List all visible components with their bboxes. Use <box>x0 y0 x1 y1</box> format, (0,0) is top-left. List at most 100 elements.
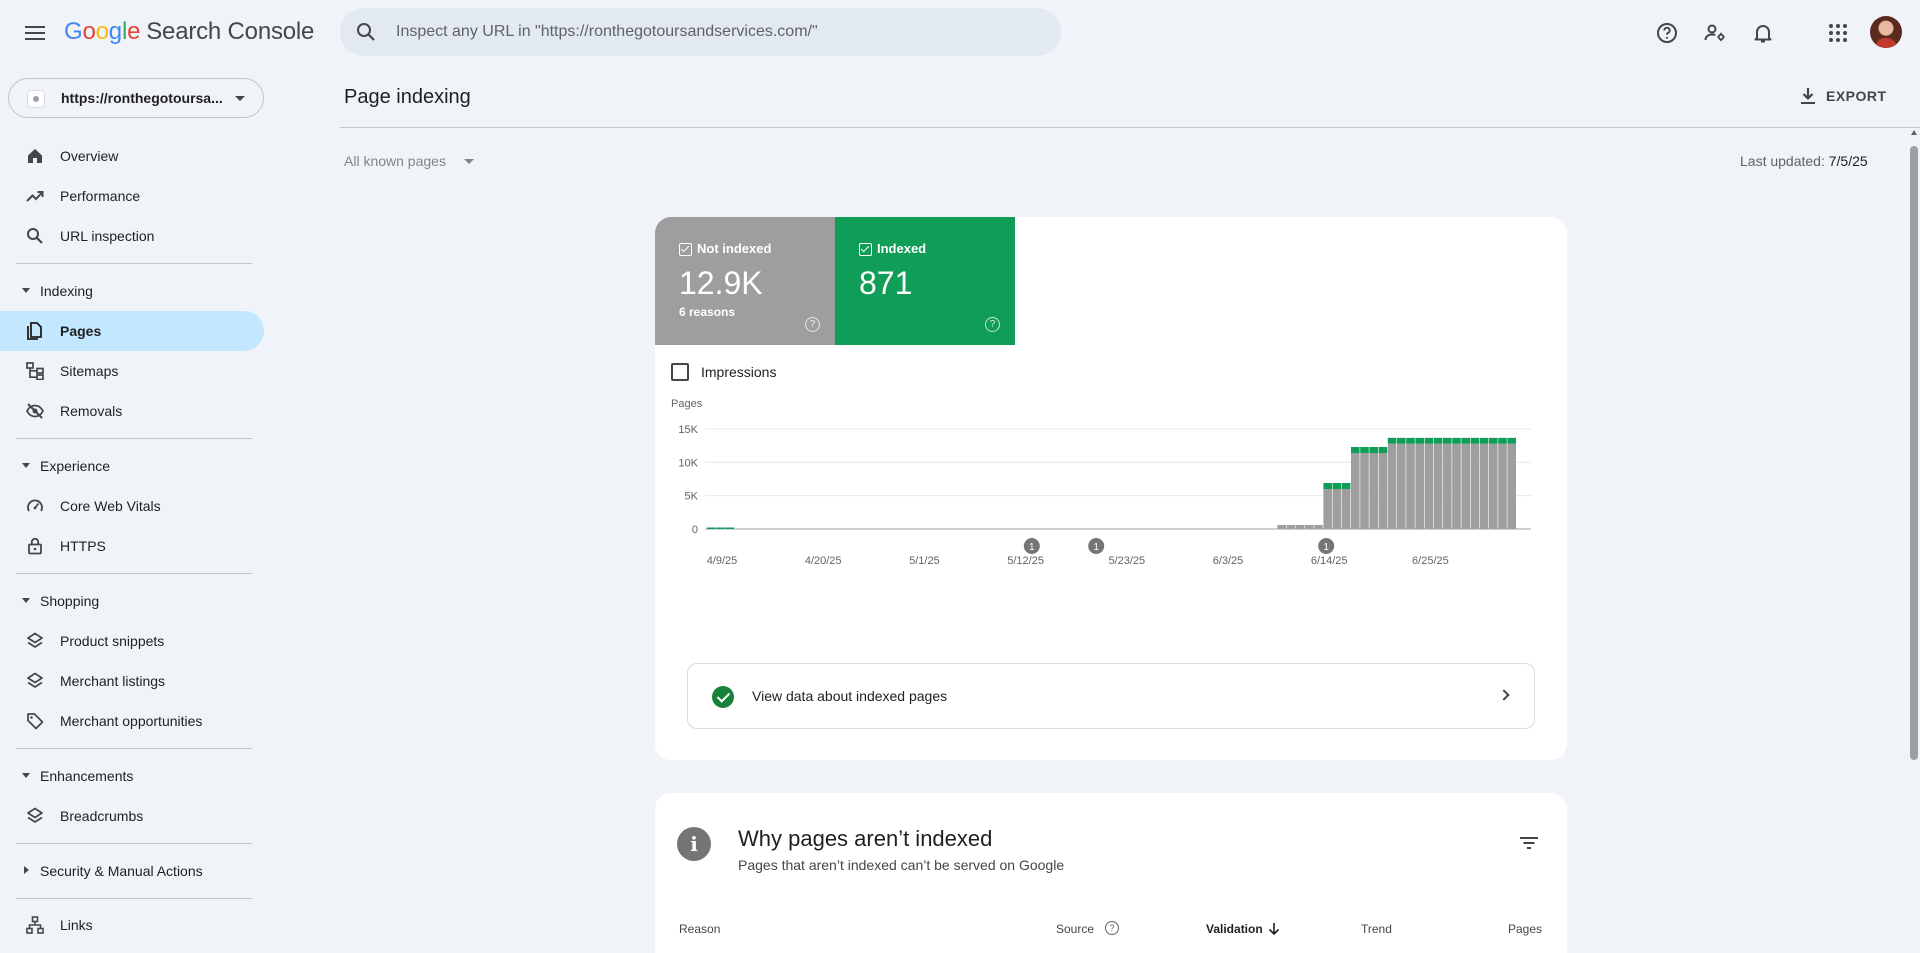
y-tick-label: 0 <box>692 524 698 536</box>
column-header-trend[interactable]: Trend <box>1361 922 1392 936</box>
sidebar-item-breadcrumbs[interactable]: Breadcrumbs <box>0 796 264 836</box>
bar-not-indexed <box>1369 453 1378 529</box>
sidebar-section-indexing[interactable]: Indexing <box>0 275 264 307</box>
sidebar-divider <box>16 898 252 899</box>
sidebar-item-label: Merchant opportunities <box>60 713 203 729</box>
search-icon[interactable] <box>354 20 378 49</box>
export-button[interactable]: EXPORT <box>1800 84 1887 108</box>
sidebar-item-label: Overview <box>60 148 119 164</box>
column-header-pages[interactable]: Pages <box>1508 922 1542 936</box>
impressions-toggle[interactable]: Impressions <box>671 360 776 384</box>
bar-not-indexed <box>1332 489 1342 529</box>
help-button[interactable] <box>1651 17 1683 49</box>
logo-letter: G <box>64 18 83 45</box>
annotation-label: 1 <box>1093 542 1099 553</box>
search-console-logo[interactable]: Go o g l e Search Console <box>64 18 314 46</box>
layers-icon <box>26 807 44 825</box>
sidebar-item-merchant-listings[interactable]: Merchant listings <box>0 661 264 701</box>
bar-indexed <box>1397 437 1406 444</box>
tag-icon <box>26 712 44 730</box>
sidebar-divider <box>16 263 252 264</box>
sidebar-section-label: Experience <box>40 458 111 474</box>
trending-up-icon <box>26 187 44 205</box>
sidebar-item-product-snippets[interactable]: Product snippets <box>0 621 264 661</box>
bar-not-indexed <box>1295 525 1305 529</box>
x-tick-label: 4/20/25 <box>805 555 842 567</box>
speed-gauge-icon <box>26 497 44 515</box>
bar-indexed <box>1378 447 1388 453</box>
column-header-validation[interactable]: Validation <box>1206 922 1263 936</box>
pages-icon <box>26 322 44 340</box>
bar-not-indexed <box>1498 443 1507 529</box>
section-title: Why pages aren’t indexed <box>738 826 993 851</box>
bar-indexed <box>1424 437 1434 444</box>
sidebar-section-label: Indexing <box>40 283 93 299</box>
sidebar-item-sitemaps[interactable]: Sitemaps <box>0 351 264 391</box>
account-settings-button[interactable] <box>1699 17 1731 49</box>
bar-indexed <box>1433 437 1443 444</box>
sidebar-section-enhancements[interactable]: Enhancements <box>0 760 264 792</box>
sidebar-item-label: HTTPS <box>60 538 106 554</box>
bar-not-indexed <box>1452 443 1461 529</box>
sidebar-item-links[interactable]: Links <box>0 905 264 945</box>
sidebar-item-core-web-vitals[interactable]: Core Web Vitals <box>0 486 264 526</box>
tile-subtext: 6 reasons <box>679 305 736 319</box>
scroll-up-arrow-icon[interactable] <box>1911 130 1917 135</box>
info-icon: i <box>677 827 711 861</box>
logo-letter: o <box>82 18 96 45</box>
main-menu-button[interactable] <box>18 16 52 50</box>
bar-not-indexed <box>1415 443 1424 529</box>
bar-indexed <box>1387 437 1397 444</box>
column-header-reason[interactable]: Reason <box>679 922 720 936</box>
indexed-tile[interactable]: Indexed 871 ? <box>835 217 1015 345</box>
help-icon[interactable]: ? <box>805 317 820 332</box>
page-title: Page indexing <box>344 86 471 108</box>
bar-indexed <box>1498 437 1507 444</box>
notifications-button[interactable] <box>1747 17 1779 49</box>
bar-indexed <box>1351 447 1360 453</box>
bar-indexed <box>1415 437 1424 444</box>
bar-indexed <box>716 527 725 529</box>
bar-not-indexed <box>1443 443 1452 529</box>
google-apps-button[interactable] <box>1822 17 1854 49</box>
sidebar-item-https[interactable]: HTTPS <box>0 526 264 566</box>
property-selector[interactable]: https://ronthegotoursa... <box>8 78 264 118</box>
bar-not-indexed <box>1479 443 1489 529</box>
sidebar-item-url-inspection[interactable]: URL inspection <box>0 216 264 256</box>
collapsed-caret-icon <box>24 866 29 874</box>
page-filter-dropdown[interactable]: All known pages <box>344 153 474 169</box>
column-header-source[interactable]: Source <box>1056 922 1094 936</box>
why-not-indexed-card: i Why pages aren’t indexed Pages that ar… <box>655 793 1567 953</box>
checkbox-unchecked-icon <box>671 363 689 381</box>
header-divider <box>340 127 1920 128</box>
sidebar-item-pages[interactable]: Pages <box>0 311 264 351</box>
manage-accounts-icon <box>1704 24 1725 42</box>
logo-product-name: Search Console <box>146 18 315 45</box>
help-icon[interactable]: ? <box>1105 921 1119 935</box>
account-avatar[interactable] <box>1870 16 1902 48</box>
sidebar-item-removals[interactable]: Removals <box>0 391 264 431</box>
sidebar-section-experience[interactable]: Experience <box>0 450 264 482</box>
sidebar-section-shopping[interactable]: Shopping <box>0 585 264 617</box>
sidebar-section-security[interactable]: Security & Manual Actions <box>0 855 264 887</box>
help-icon[interactable]: ? <box>985 317 1000 332</box>
filter-icon[interactable] <box>1519 835 1539 851</box>
annotation-label: 1 <box>1323 542 1329 553</box>
x-tick-label: 6/14/25 <box>1311 555 1348 567</box>
sidebar-item-label: Merchant listings <box>60 673 166 689</box>
y-tick-label: 15K <box>678 424 698 436</box>
sidebar-item-performance[interactable]: Performance <box>0 176 264 216</box>
bar-indexed <box>1341 483 1351 489</box>
search-input[interactable] <box>396 8 1036 56</box>
sidebar-item-overview[interactable]: Overview <box>0 136 264 176</box>
bar-not-indexed <box>1360 453 1369 529</box>
page-scrollbar[interactable] <box>1908 128 1920 953</box>
pages-over-time-chart: Pages 0 5K 10K 15K 4/9/25 4/20/25 5/1/25 5/12/25… <box>671 398 1531 567</box>
last-updated-value: 7/5/25 <box>1828 153 1868 169</box>
not-indexed-tile[interactable]: Not indexed 12.9K 6 reasons ? <box>655 217 835 345</box>
view-indexed-pages-link[interactable]: View data about indexed pages <box>687 663 1535 729</box>
sidebar-item-merchant-opportunities[interactable]: Merchant opportunities <box>0 701 264 741</box>
bar-indexed <box>1461 437 1470 444</box>
sidebar-item-label: Breadcrumbs <box>60 808 144 824</box>
scrollbar-thumb[interactable] <box>1910 146 1918 760</box>
